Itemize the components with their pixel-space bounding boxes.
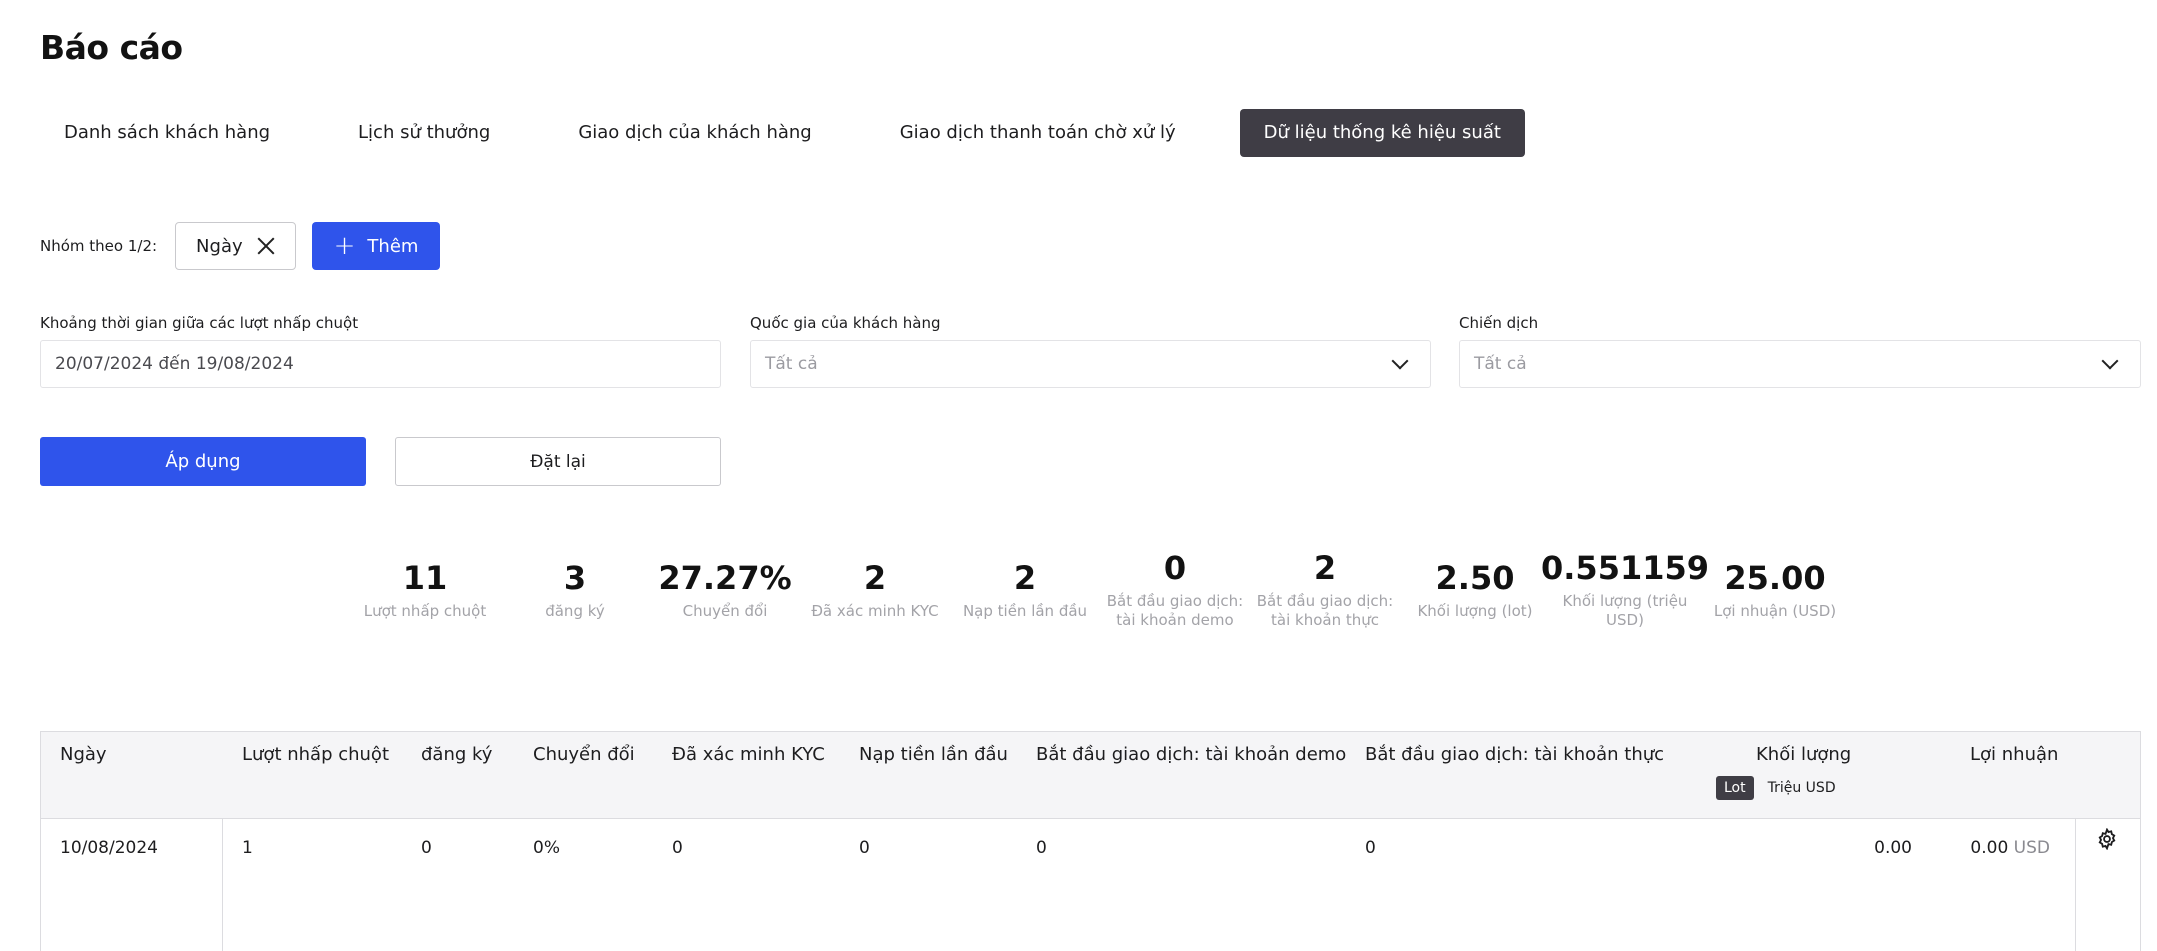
unit-usd-option[interactable]: Triệu USD bbox=[1760, 776, 1844, 800]
plus-icon: + bbox=[333, 231, 356, 261]
stat-value: 3 bbox=[563, 559, 587, 597]
stat-clicks: 11 Lượt nhấp chuột bbox=[350, 556, 500, 630]
stat-label: Lượt nhấp chuột bbox=[363, 602, 487, 620]
stat-label: Khối lượng (lot) bbox=[1417, 602, 1533, 620]
campaign-select[interactable]: Tất cả bbox=[1459, 340, 2141, 388]
period-filter: Khoảng thời gian giữa các lượt nhấp chuộ… bbox=[40, 314, 721, 388]
stat-profit: 25.00 Lợi nhuận (USD) bbox=[1700, 556, 1850, 630]
profit-unit: USD bbox=[2013, 838, 2050, 858]
stat-label: đăng ký bbox=[545, 602, 605, 620]
volume-unit-toggle: Lot Triệu USD bbox=[1716, 776, 1844, 800]
stat-value: 11 bbox=[402, 559, 448, 597]
stat-conversion: 27.27% Chuyển đổi bbox=[650, 556, 800, 630]
country-select[interactable]: Tất cả bbox=[750, 340, 1431, 388]
apply-button[interactable]: Áp dụng bbox=[40, 437, 366, 486]
column-divider bbox=[2075, 819, 2076, 951]
table-header: Ngày Lượt nhấp chuột đăng ký Chuyển đổi … bbox=[41, 732, 2140, 819]
header-kyc[interactable]: Đã xác minh KYC bbox=[672, 744, 825, 765]
stat-signups: 3 đăng ký bbox=[500, 556, 650, 630]
country-label: Quốc gia của khách hàng bbox=[750, 314, 941, 332]
tab-pending-payments[interactable]: Giao dịch thanh toán chờ xử lý bbox=[876, 109, 1200, 157]
header-profit[interactable]: Lợi nhuận bbox=[1970, 744, 2058, 765]
header-clicks[interactable]: Lượt nhấp chuột bbox=[242, 744, 389, 765]
cell-conversion: 0% bbox=[533, 838, 560, 858]
stat-first-deposit: 2 Nạp tiền lần đầu bbox=[950, 556, 1100, 630]
tab-performance-stats[interactable]: Dữ liệu thống kê hiệu suất bbox=[1239, 109, 1525, 157]
cell-kyc: 0 bbox=[672, 838, 683, 858]
period-input[interactable]: 20/07/2024 đến 19/08/2024 bbox=[40, 340, 721, 388]
tab-customer-list[interactable]: Danh sách khách hàng bbox=[40, 109, 294, 157]
campaign-filter: Chiến dịch Tất cả bbox=[1459, 314, 2141, 388]
stat-label: Bắt đầu giao dịch: tài khoản thực bbox=[1256, 592, 1394, 629]
stat-real-start: 2 Bắt đầu giao dịch: tài khoản thực bbox=[1250, 549, 1400, 630]
group-by-row: Nhóm theo 1/2: Ngày + Thêm bbox=[40, 222, 441, 270]
header-conversion[interactable]: Chuyển đổi bbox=[533, 744, 635, 765]
add-group-label: Thêm bbox=[367, 235, 419, 257]
stat-label: Khối lượng (triệu USD) bbox=[1562, 592, 1688, 629]
header-demo-start[interactable]: Bắt đầu giao dịch: tài khoản demo bbox=[1036, 744, 1346, 765]
stat-label: Nạp tiền lần đầu bbox=[962, 602, 1088, 620]
stat-value: 2 bbox=[1313, 549, 1337, 587]
cell-clicks: 1 bbox=[242, 838, 253, 858]
country-placeholder: Tất cả bbox=[765, 354, 818, 374]
header-first-deposit[interactable]: Nạp tiền lần đầu bbox=[859, 744, 1008, 765]
reset-button[interactable]: Đặt lại bbox=[395, 437, 721, 486]
stat-volume-usd: 0.551159 Khối lượng (triệu USD) bbox=[1541, 549, 1709, 630]
campaign-placeholder: Tất cả bbox=[1474, 354, 1527, 374]
stat-value: 27.27% bbox=[658, 559, 792, 597]
unit-lot-option[interactable]: Lot bbox=[1716, 776, 1754, 800]
group-chip-label: Ngày bbox=[196, 235, 243, 257]
period-value: 20/07/2024 đến 19/08/2024 bbox=[55, 354, 294, 374]
stat-label: Chuyển đổi bbox=[682, 602, 768, 620]
cell-volume: 0.00 bbox=[1874, 838, 1912, 858]
header-real-start[interactable]: Bắt đầu giao dịch: tài khoản thực bbox=[1365, 744, 1664, 765]
stat-value: 0 bbox=[1163, 549, 1187, 587]
header-volume[interactable]: Khối lượng bbox=[1756, 744, 1851, 765]
stat-label: Lợi nhuận (USD) bbox=[1713, 602, 1837, 620]
campaign-label: Chiến dịch bbox=[1459, 314, 1539, 332]
stat-label: Bắt đầu giao dịch: tài khoản demo bbox=[1106, 592, 1244, 629]
cell-first-deposit: 0 bbox=[859, 838, 870, 858]
cell-real-start: 0 bbox=[1365, 838, 1376, 858]
tab-customer-transactions[interactable]: Giao dịch của khách hàng bbox=[554, 109, 835, 157]
stat-value: 25.00 bbox=[1724, 559, 1826, 597]
stat-value: 0.551159 bbox=[1541, 549, 1710, 587]
chevron-down-icon bbox=[1391, 352, 1409, 370]
tab-reward-history[interactable]: Lịch sử thưởng bbox=[334, 109, 514, 157]
group-chip-day: Ngày bbox=[175, 222, 296, 270]
report-tabs: Danh sách khách hàng Lịch sử thưởng Giao… bbox=[40, 109, 1525, 157]
country-filter: Quốc gia của khách hàng Tất cả bbox=[750, 314, 1431, 388]
stat-kyc: 2 Đã xác minh KYC bbox=[800, 556, 950, 630]
period-label: Khoảng thời gian giữa các lượt nhấp chuộ… bbox=[40, 314, 359, 332]
add-group-button[interactable]: + Thêm bbox=[311, 222, 441, 270]
chevron-down-icon bbox=[2101, 352, 2119, 370]
stat-demo-start: 0 Bắt đầu giao dịch: tài khoản demo bbox=[1100, 549, 1250, 630]
close-icon[interactable] bbox=[257, 237, 275, 255]
cell-signups: 0 bbox=[421, 838, 432, 858]
page-title: Báo cáo bbox=[40, 28, 183, 67]
cell-demo-start: 0 bbox=[1036, 838, 1047, 858]
header-date[interactable]: Ngày bbox=[60, 744, 107, 765]
stat-label: Đã xác minh KYC bbox=[811, 602, 939, 620]
gear-icon[interactable] bbox=[2096, 828, 2118, 850]
header-signups[interactable]: đăng ký bbox=[421, 744, 492, 765]
stat-value: 2.50 bbox=[1435, 559, 1515, 597]
stat-value: 2 bbox=[1013, 559, 1037, 597]
cell-profit: 0.00 USD bbox=[1970, 838, 2050, 858]
cell-date: 10/08/2024 bbox=[60, 838, 158, 858]
group-by-label: Nhóm theo 1/2: bbox=[40, 237, 158, 255]
profit-value: 0.00 bbox=[1970, 838, 2009, 858]
stats-summary: 11 Lượt nhấp chuột 3 đăng ký 27.27% Chuy… bbox=[350, 549, 1850, 630]
stat-value: 2 bbox=[863, 559, 887, 597]
stat-volume-lot: 2.50 Khối lượng (lot) bbox=[1400, 556, 1550, 630]
stats-table: Ngày Lượt nhấp chuột đăng ký Chuyển đổi … bbox=[40, 731, 2141, 951]
